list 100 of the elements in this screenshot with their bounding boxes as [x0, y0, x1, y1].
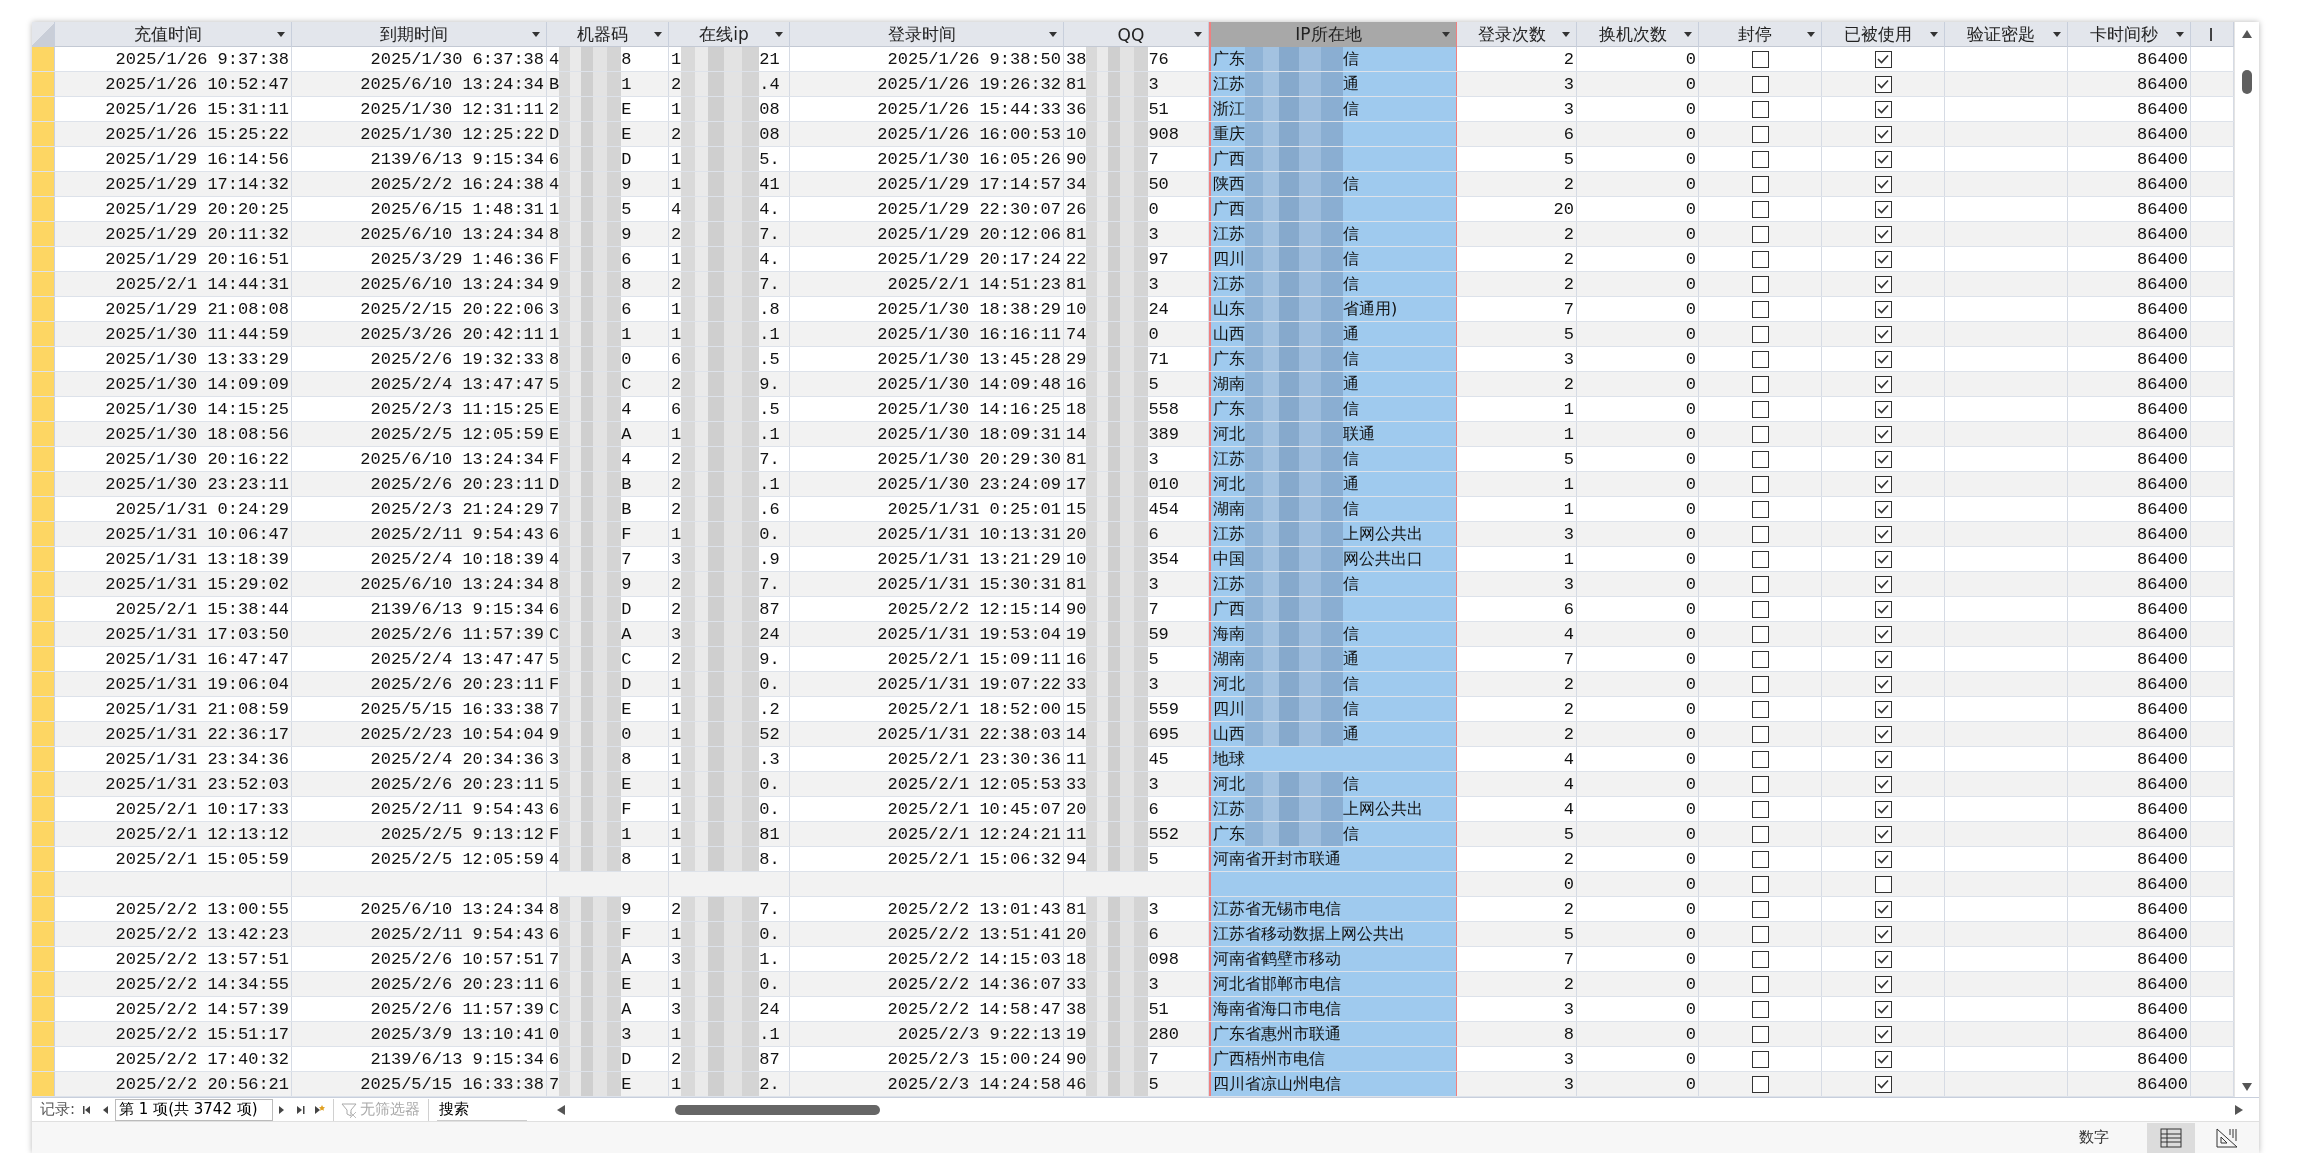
- checkbox[interactable]: [1751, 525, 1769, 543]
- checkbox[interactable]: [1751, 700, 1769, 718]
- checkbox[interactable]: [1874, 900, 1892, 918]
- checkbox[interactable]: [1751, 900, 1769, 918]
- checkbox[interactable]: [1751, 850, 1769, 868]
- checkbox[interactable]: [1874, 250, 1892, 268]
- checkbox[interactable]: [1751, 100, 1769, 118]
- checkbox[interactable]: [1874, 675, 1892, 693]
- checkbox[interactable]: [1874, 425, 1892, 443]
- scroll-up-arrow-icon[interactable]: [2242, 30, 2252, 38]
- checkbox[interactable]: [1874, 300, 1892, 318]
- design-view-icon[interactable]: [2216, 1127, 2238, 1148]
- checkbox[interactable]: [1874, 125, 1892, 143]
- checkbox[interactable]: [1874, 350, 1892, 368]
- checkbox[interactable]: [1874, 1000, 1892, 1018]
- dropdown-arrow-icon[interactable]: [654, 32, 662, 37]
- checkbox[interactable]: [1874, 625, 1892, 643]
- checkbox[interactable]: [1874, 700, 1892, 718]
- search-field[interactable]: 搜索: [437, 1098, 528, 1121]
- checkbox[interactable]: [1751, 450, 1769, 468]
- scrollbar-thumb[interactable]: [675, 1104, 881, 1115]
- dropdown-arrow-icon[interactable]: [1194, 32, 1202, 37]
- checkbox[interactable]: [1751, 425, 1769, 443]
- checkbox[interactable]: [1751, 50, 1769, 68]
- checkbox[interactable]: [1751, 725, 1769, 743]
- dropdown-arrow-icon[interactable]: [1684, 32, 1692, 37]
- checkbox[interactable]: [1874, 775, 1892, 793]
- checkbox[interactable]: [1751, 250, 1769, 268]
- checkbox[interactable]: [1874, 325, 1892, 343]
- checkbox[interactable]: [1874, 750, 1892, 768]
- checkbox[interactable]: [1874, 600, 1892, 618]
- column-header[interactable]: IP所在地: [1209, 22, 1457, 47]
- checkbox[interactable]: [1874, 550, 1892, 568]
- dropdown-arrow-icon[interactable]: [1049, 32, 1057, 37]
- checkbox[interactable]: [1874, 400, 1892, 418]
- checkbox[interactable]: [1751, 300, 1769, 318]
- dropdown-arrow-icon[interactable]: [2053, 32, 2061, 37]
- checkbox[interactable]: [1874, 450, 1892, 468]
- checkbox[interactable]: [1874, 75, 1892, 93]
- checkbox[interactable]: [1874, 850, 1892, 868]
- checkbox[interactable]: [1751, 775, 1769, 793]
- checkbox[interactable]: [1874, 475, 1892, 493]
- vertical-scrollbar[interactable]: [2234, 22, 2259, 1097]
- checkbox[interactable]: [1874, 650, 1892, 668]
- checkbox[interactable]: [1751, 500, 1769, 518]
- checkbox[interactable]: [1751, 275, 1769, 293]
- dropdown-arrow-icon[interactable]: [277, 32, 285, 37]
- dropdown-arrow-icon[interactable]: [775, 32, 783, 37]
- checkbox[interactable]: [1874, 275, 1892, 293]
- checkbox[interactable]: [1874, 50, 1892, 68]
- checkbox[interactable]: [1874, 225, 1892, 243]
- checkbox[interactable]: [1751, 400, 1769, 418]
- checkbox[interactable]: [1751, 150, 1769, 168]
- checkbox[interactable]: [1874, 925, 1892, 943]
- checkbox[interactable]: [1751, 350, 1769, 368]
- dropdown-arrow-icon[interactable]: [2176, 32, 2184, 37]
- checkbox[interactable]: [1874, 725, 1892, 743]
- dropdown-arrow-icon[interactable]: [1562, 32, 1570, 37]
- checkbox[interactable]: [1874, 525, 1892, 543]
- checkbox[interactable]: [1751, 1050, 1769, 1068]
- checkbox[interactable]: [1751, 200, 1769, 218]
- dropdown-arrow-icon[interactable]: [1807, 32, 1815, 37]
- checkbox[interactable]: [1874, 375, 1892, 393]
- dropdown-arrow-icon[interactable]: [532, 32, 540, 37]
- checkbox[interactable]: [1874, 800, 1892, 818]
- scroll-down-arrow-icon[interactable]: [2242, 1083, 2252, 1091]
- record-number-field[interactable]: 第 1 项(共 3742 项): [115, 1098, 274, 1121]
- checkbox[interactable]: [1751, 550, 1769, 568]
- checkbox[interactable]: [1751, 800, 1769, 818]
- checkbox[interactable]: [1751, 1000, 1769, 1018]
- checkbox[interactable]: [1751, 125, 1769, 143]
- checkbox[interactable]: [1874, 200, 1892, 218]
- checkbox[interactable]: [1751, 1075, 1769, 1093]
- checkbox[interactable]: [1874, 1025, 1892, 1043]
- checkbox[interactable]: [1751, 175, 1769, 193]
- checkbox[interactable]: [1874, 150, 1892, 168]
- scroll-right-arrow-icon[interactable]: [2235, 1104, 2243, 1115]
- checkbox[interactable]: [1874, 1075, 1892, 1093]
- checkbox[interactable]: [1751, 225, 1769, 243]
- datasheet-icon[interactable]: [2160, 1127, 2182, 1148]
- datasheet-view-button[interactable]: [2147, 1122, 2195, 1153]
- checkbox[interactable]: [1751, 1025, 1769, 1043]
- checkbox[interactable]: [1751, 475, 1769, 493]
- checkbox[interactable]: [1751, 675, 1769, 693]
- dropdown-arrow-icon[interactable]: [1442, 32, 1450, 37]
- checkbox[interactable]: [1874, 575, 1892, 593]
- checkbox[interactable]: [1751, 950, 1769, 968]
- checkbox[interactable]: [1751, 575, 1769, 593]
- checkbox[interactable]: [1874, 1050, 1892, 1068]
- dropdown-arrow-icon[interactable]: [1930, 32, 1938, 37]
- checkbox[interactable]: [1874, 100, 1892, 118]
- checkbox[interactable]: [1751, 925, 1769, 943]
- checkbox[interactable]: [1751, 650, 1769, 668]
- checkbox[interactable]: [1874, 875, 1892, 893]
- checkbox[interactable]: [1751, 825, 1769, 843]
- checkbox[interactable]: [1751, 750, 1769, 768]
- checkbox[interactable]: [1874, 975, 1892, 993]
- checkbox[interactable]: [1751, 600, 1769, 618]
- checkbox[interactable]: [1751, 75, 1769, 93]
- checkbox[interactable]: [1874, 950, 1892, 968]
